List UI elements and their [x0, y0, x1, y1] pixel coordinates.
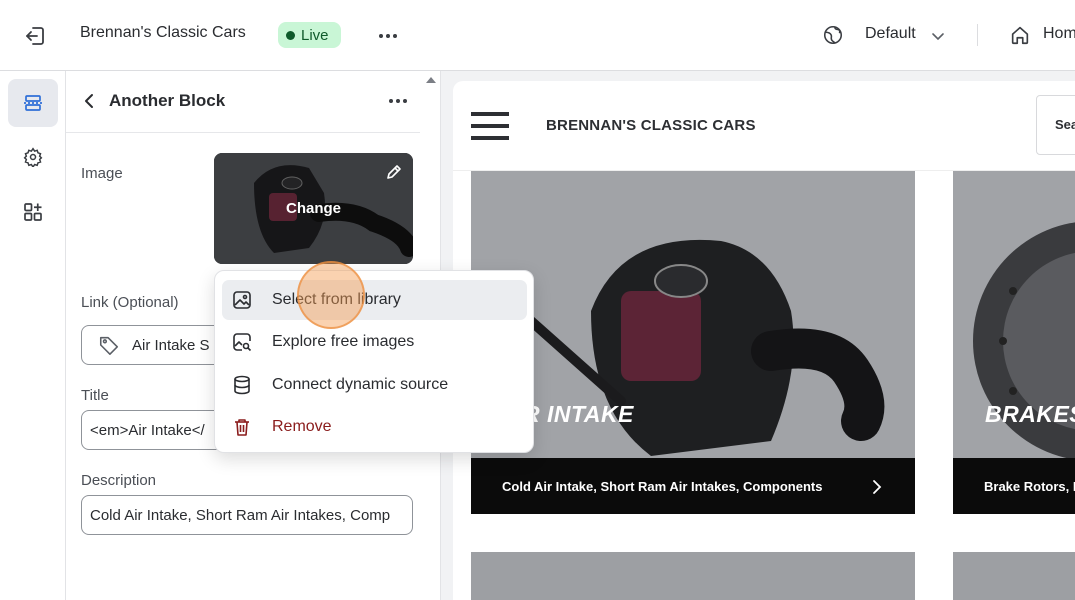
chevron-right-icon[interactable]: [871, 479, 883, 495]
change-image-label[interactable]: Change: [214, 200, 413, 217]
card-headline: BRAKES: [985, 401, 1075, 427]
panel-title: Another Block: [109, 91, 226, 110]
menu-item-connect-dynamic-source[interactable]: Connect dynamic source: [222, 365, 527, 405]
locale-select[interactable]: Default: [865, 25, 916, 43]
globe-icon[interactable]: [822, 24, 844, 46]
site-name: BRENNAN'S CLASSIC CARS: [546, 117, 756, 134]
description-label: Description: [81, 472, 157, 489]
description-value: Cold Air Intake, Short Ram Air Intakes, …: [90, 506, 391, 524]
home-icon[interactable]: [1009, 24, 1031, 46]
image-options-menu: Select from library Explore free images …: [214, 270, 534, 453]
title-value: <em>Air Intake</: [90, 421, 205, 439]
card-headline: R INTAKE: [523, 401, 634, 427]
rail-settings-button[interactable]: [8, 133, 58, 181]
top-bar: Brennan's Classic Cars Live Default Home: [0, 0, 1075, 71]
image-icon: [233, 291, 251, 309]
rail-apps-button[interactable]: [8, 188, 58, 236]
status-badge-label: Live: [301, 26, 329, 44]
image-search-icon: [233, 333, 252, 352]
left-rail: [0, 71, 66, 600]
scroll-up-arrow-icon[interactable]: [426, 77, 436, 83]
site-preview: BRENNAN'S CLASSIC CARS Sea R INTAKE Cold…: [453, 81, 1075, 600]
menu-item-remove[interactable]: Remove: [222, 407, 527, 447]
exit-icon[interactable]: [23, 24, 47, 48]
gear-icon: [23, 147, 43, 167]
click-indicator: [297, 261, 365, 329]
search-input[interactable]: Sea: [1036, 95, 1075, 155]
more-options-icon[interactable]: [386, 89, 410, 113]
site-header: BRENNAN'S CLASSIC CARS Sea: [453, 81, 1075, 171]
link-value: Air Intake S: [132, 336, 210, 354]
link-label: Link (Optional): [81, 294, 179, 311]
image-label: Image: [81, 165, 123, 182]
title-label: Title: [81, 387, 109, 404]
rail-sections-button[interactable]: [8, 79, 58, 127]
more-options-icon[interactable]: [376, 24, 400, 48]
category-card[interactable]: [471, 552, 915, 600]
live-dot-icon: [286, 30, 295, 40]
divider: [977, 24, 978, 46]
description-input[interactable]: Cold Air Intake, Short Ram Air Intakes, …: [81, 495, 413, 535]
hamburger-menu-icon[interactable]: [471, 112, 509, 140]
category-card[interactable]: BRAKES Brake Rotors, P: [953, 171, 1075, 514]
apps-icon: [24, 203, 42, 221]
category-card[interactable]: [953, 552, 1075, 600]
menu-item-select-from-library[interactable]: Select from library: [222, 280, 527, 320]
card-caption: Cold Air Intake, Short Ram Air Intakes, …: [471, 458, 915, 514]
store-name: Brennan's Classic Cars: [80, 24, 246, 41]
status-badge: Live: [278, 22, 341, 48]
card-caption: Brake Rotors, P: [953, 458, 1075, 514]
image-thumbnail[interactable]: Change: [214, 153, 413, 264]
pencil-icon[interactable]: [385, 163, 403, 181]
menu-item-label: Connect dynamic source: [272, 376, 449, 393]
sections-icon: [24, 95, 42, 111]
chevron-down-icon[interactable]: [930, 28, 946, 44]
home-page-select[interactable]: Home: [1043, 25, 1075, 43]
database-icon: [234, 375, 250, 395]
menu-item-label: Remove: [272, 418, 332, 435]
menu-item-label: Explore free images: [272, 333, 415, 350]
category-card[interactable]: R INTAKE Cold Air Intake, Short Ram Air …: [471, 171, 915, 514]
trash-icon: [235, 419, 249, 436]
panel-header: Another Block: [66, 71, 420, 133]
menu-item-explore-free-images[interactable]: Explore free images: [222, 322, 527, 362]
back-chevron-icon[interactable]: [80, 91, 98, 111]
tag-icon: [99, 336, 119, 355]
